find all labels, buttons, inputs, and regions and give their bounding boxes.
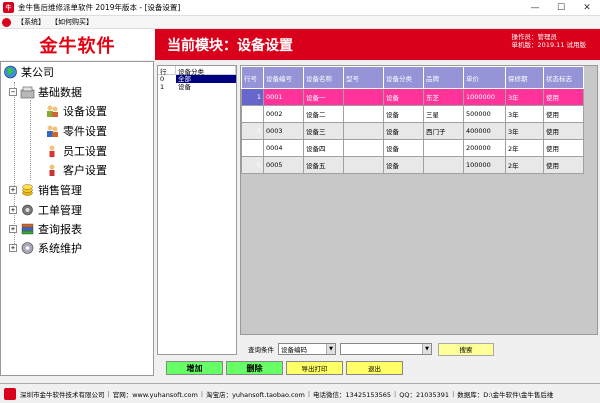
- table-row[interactable]: 2 0002 设备二 设备 三星 500000 3年 使用: [241, 105, 584, 123]
- tree-item-customer-settings[interactable]: 客户设置: [45, 162, 107, 178]
- status-phone: 电话微信：13425153565: [313, 390, 392, 399]
- category-header: 行 设备分类: [158, 66, 236, 76]
- coins-icon: [20, 183, 35, 197]
- col-device-code[interactable]: 设备编号: [263, 66, 304, 89]
- menu-how-to-buy[interactable]: 【如何购买】: [51, 17, 93, 27]
- status-qq: QQ：21035391: [399, 390, 450, 399]
- app-icon: 牛: [3, 2, 14, 13]
- category-list: 行 设备分类 0 全部 1 设备: [157, 65, 237, 355]
- machine-line: 单机版：2019.11 试用版: [511, 41, 586, 49]
- stack-icon: [20, 222, 35, 236]
- collapse-icon[interactable]: −: [9, 88, 17, 96]
- tree-group-system[interactable]: + 系统维护: [9, 240, 82, 256]
- device-grid: 行号 设备编号 设备名称 型号 设备分类 品牌 单价 保修期 状态标志 1 00…: [240, 65, 598, 335]
- col-category[interactable]: 设备分类: [383, 66, 424, 89]
- status-company: 深圳市金牛软件技术有限公司: [20, 390, 105, 399]
- col-row-no[interactable]: 行号: [241, 66, 264, 89]
- tree-root[interactable]: 某公司: [3, 64, 54, 80]
- tree-item-employee-settings[interactable]: 员工设置: [45, 143, 107, 159]
- logo: 金牛软件: [39, 35, 116, 57]
- tree-group-reports[interactable]: + 查询报表: [9, 221, 82, 237]
- nav-tree: 某公司 − 基础数据 设备设置 零件设置 员工设置 客户设置 + 销售管理 + …: [0, 61, 154, 376]
- query-field-select[interactable]: 设备编码 ▼: [278, 343, 336, 355]
- delete-button[interactable]: 删除: [226, 361, 283, 375]
- col-model[interactable]: 型号: [343, 66, 384, 89]
- status-taobao: 淘宝店：yuhansoft.taobao.com: [206, 390, 305, 399]
- disc-icon: [20, 241, 35, 255]
- col-status[interactable]: 状态标志: [543, 66, 584, 89]
- operator-info: 操作员：管理员 单机版：2019.11 试用版: [512, 33, 586, 49]
- expand-icon[interactable]: +: [9, 186, 17, 194]
- col-device-name[interactable]: 设备名称: [303, 66, 344, 89]
- tree-group-sales[interactable]: + 销售管理: [9, 182, 82, 198]
- people-icon: [45, 124, 60, 138]
- person-icon: [45, 163, 60, 177]
- window-title: 金牛售后维修派单软件 2019年版本 - [设备设置]: [18, 3, 181, 12]
- grid-header: 行号 设备编号 设备名称 型号 设备分类 品牌 单价 保修期 状态标志: [241, 66, 584, 89]
- tree-group-basic-data[interactable]: − 基础数据: [9, 84, 82, 100]
- menu-app-icon: [2, 17, 11, 27]
- expand-icon[interactable]: +: [9, 225, 17, 233]
- module-title: 当前模块：设备设置: [167, 38, 293, 54]
- module-banner: 当前模块：设备设置 操作员：管理员 单机版：2019.11 试用版: [155, 29, 600, 60]
- category-row-device[interactable]: 1 设备: [158, 83, 236, 91]
- logo-area: 金牛软件: [0, 29, 155, 60]
- tree-item-parts-settings[interactable]: 零件设置: [45, 123, 107, 139]
- col-brand[interactable]: 品牌: [423, 66, 464, 89]
- menu-system[interactable]: 【系统】: [17, 17, 45, 27]
- export-print-button[interactable]: 导出打印: [286, 361, 343, 375]
- col-price[interactable]: 单价: [463, 66, 506, 89]
- status-database: 数据库：D:\金牛软件\金牛售后维: [457, 390, 554, 399]
- status-bar: 深圳市金牛软件技术有限公司 | 官网：www.yuhansoft.com | 淘…: [0, 383, 600, 403]
- chevron-down-icon: ▼: [326, 344, 335, 354]
- menu-bar: 【系统】 【如何购买】: [0, 16, 600, 29]
- minimize-button[interactable]: —: [522, 0, 548, 16]
- close-button[interactable]: ✕: [574, 0, 600, 16]
- status-website: 官网：www.yuhansoft.com: [112, 390, 198, 399]
- action-bar: 增加 删除 导出打印 退出: [166, 361, 403, 375]
- gear-icon: [20, 203, 35, 217]
- tree-group-work-orders[interactable]: + 工单管理: [9, 202, 82, 218]
- people-icon: [45, 104, 60, 118]
- expand-icon[interactable]: +: [9, 206, 17, 214]
- globe-icon: [3, 65, 18, 79]
- query-value-select[interactable]: ▼: [340, 343, 432, 355]
- col-warranty[interactable]: 保修期: [505, 66, 544, 89]
- table-row[interactable]: 4 0004 设备四 设备 200000 2年 使用: [241, 139, 584, 157]
- category-row-all[interactable]: 0 全部: [158, 75, 236, 83]
- query-bar: 查询条件 设备编码 ▼ ▼ 搜索: [248, 340, 598, 358]
- operator-line: 操作员：管理员: [511, 33, 558, 41]
- maximize-button[interactable]: ☐: [548, 0, 574, 16]
- tree-item-device-settings[interactable]: 设备设置: [45, 103, 107, 119]
- header: 金牛软件 当前模块：设备设置 操作员：管理员 单机版：2019.11 试用版: [0, 29, 600, 60]
- search-button[interactable]: 搜索: [438, 342, 494, 356]
- table-row[interactable]: 3 0003 设备三 设备 西门子 400000 3年 使用: [241, 122, 584, 140]
- table-row[interactable]: 1 0001 设备一 设备 东芝 1000000 3年 使用: [241, 88, 584, 106]
- folder-icon: [20, 85, 35, 99]
- query-label: 查询条件: [248, 346, 274, 354]
- add-button[interactable]: 增加: [166, 361, 223, 375]
- expand-icon[interactable]: +: [9, 244, 17, 252]
- table-row[interactable]: 5 0005 设备五 设备 100000 2年 使用: [241, 156, 584, 174]
- person-icon: [45, 144, 60, 158]
- chevron-down-icon: ▼: [422, 344, 431, 354]
- exit-button[interactable]: 退出: [346, 361, 403, 375]
- title-bar: 牛 金牛售后维修派单软件 2019年版本 - [设备设置] — ☐ ✕: [0, 0, 600, 16]
- company-logo-icon: [4, 387, 16, 400]
